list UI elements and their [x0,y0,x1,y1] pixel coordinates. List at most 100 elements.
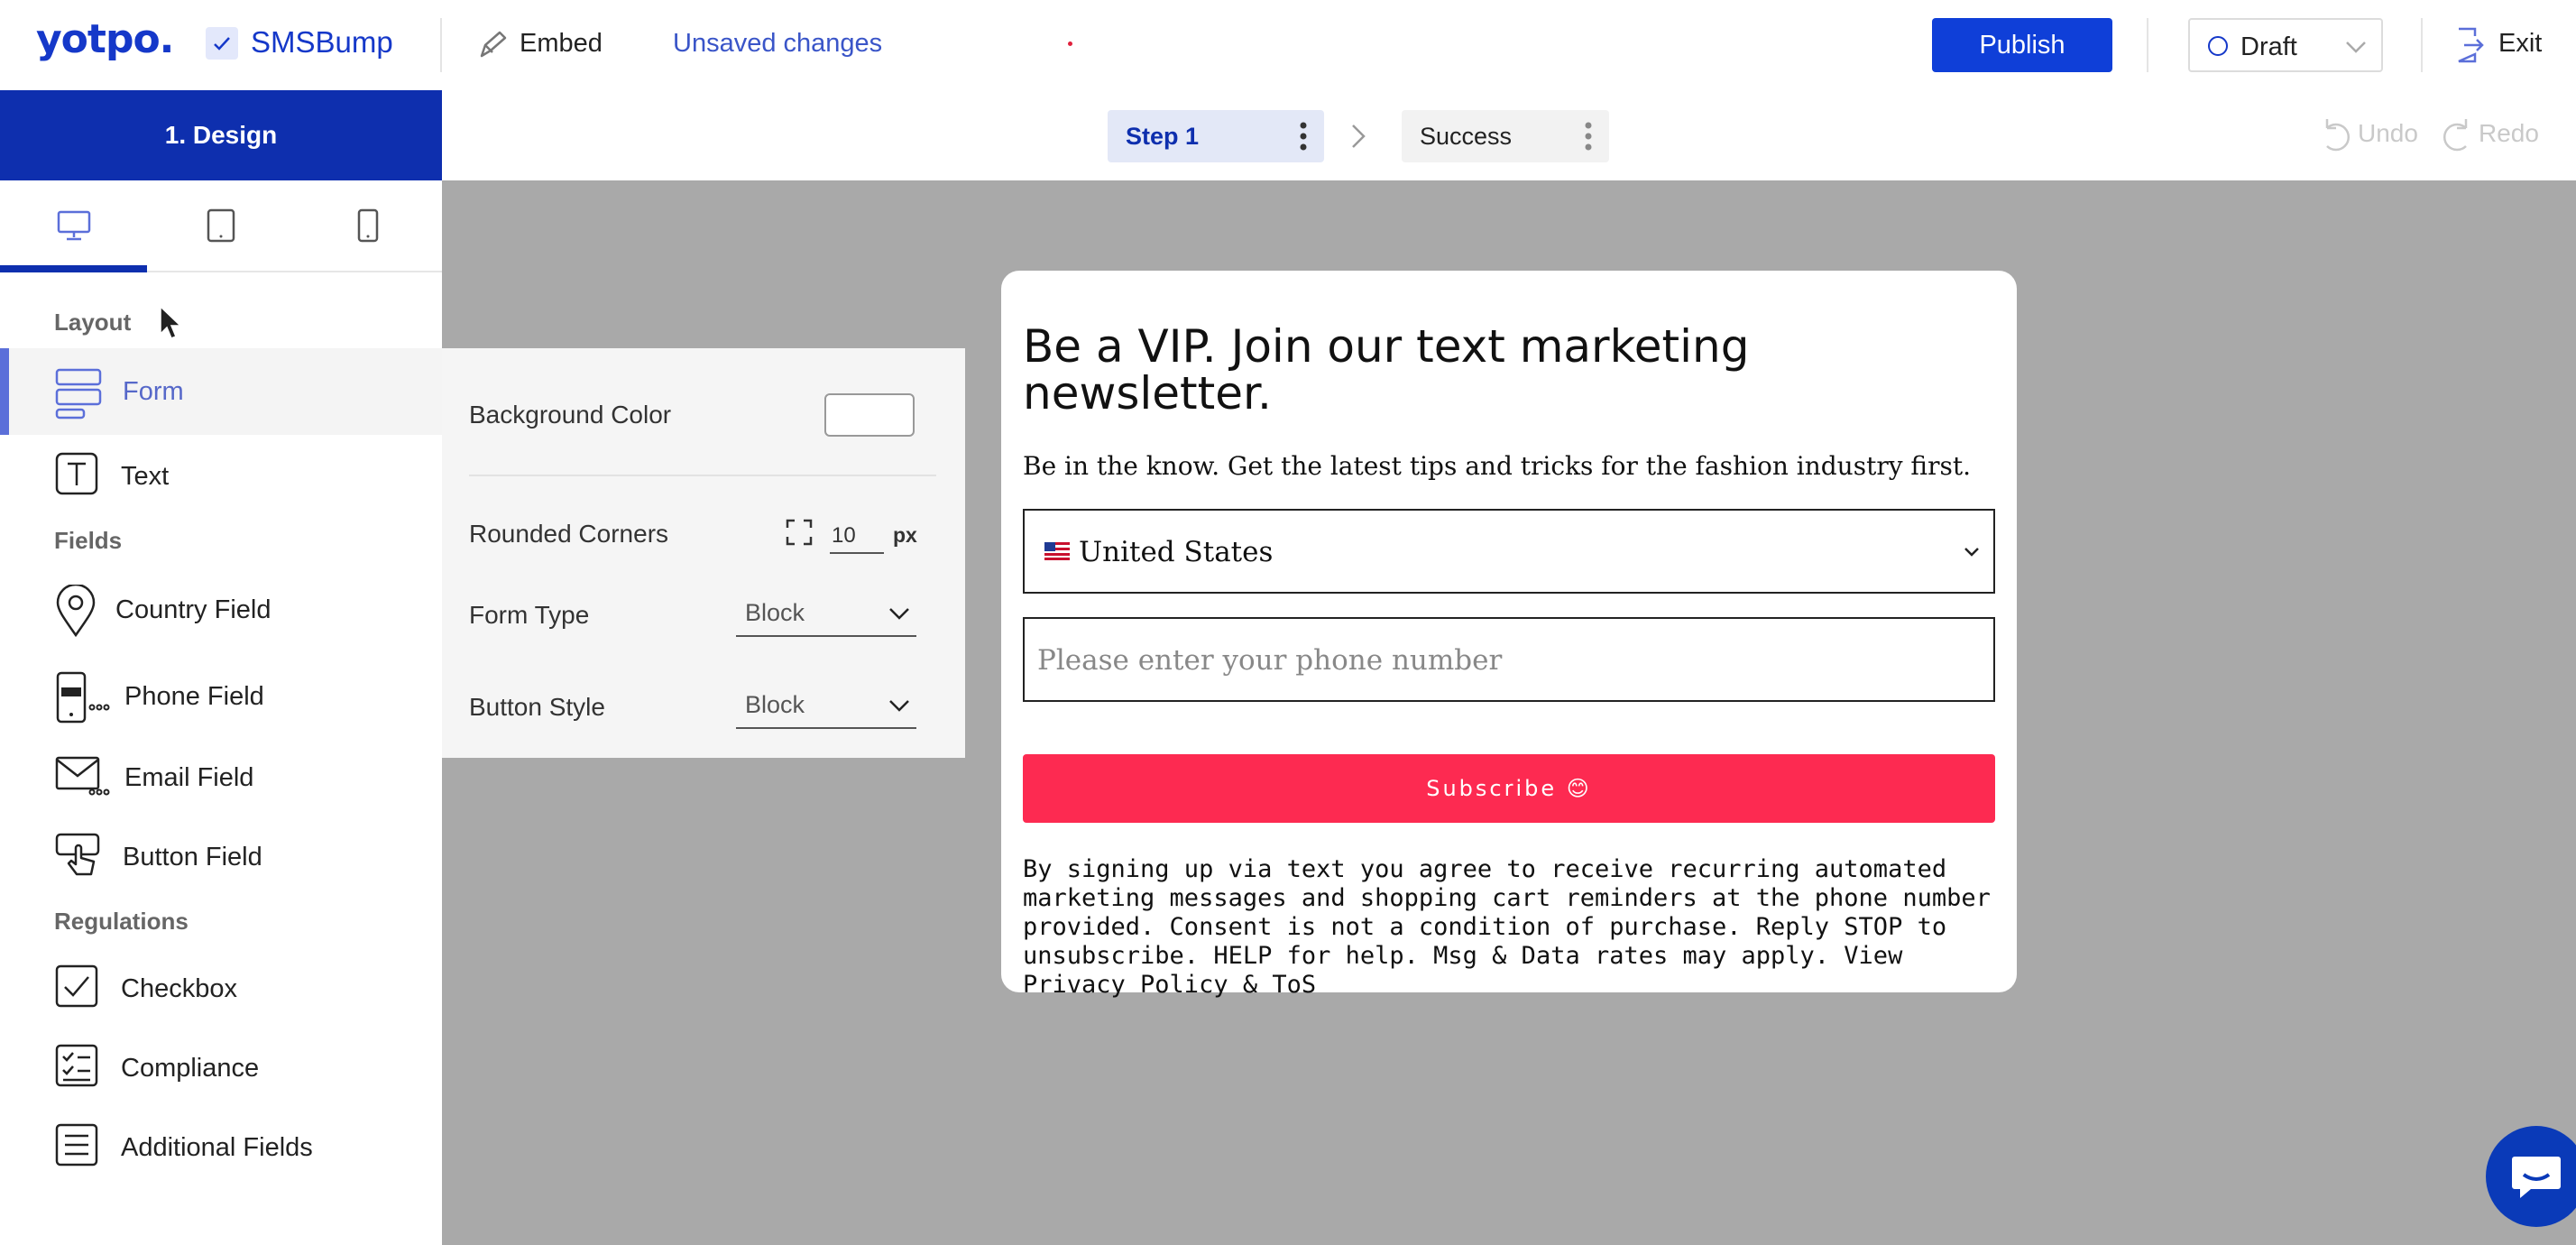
mouse-cursor-icon [159,305,182,346]
sidebar-item-label: Compliance [121,1054,260,1083]
more-vertical-icon[interactable] [1299,121,1308,156]
text-icon [54,451,101,503]
country-select[interactable]: United States [1023,509,1995,594]
chevron-down-icon [889,700,909,712]
sidebar-item-label: Checkbox [121,974,237,1003]
sidebar-item-label: Button Field [123,843,262,872]
country-value: United States [1079,536,1274,568]
background-color-picker[interactable] [824,393,915,437]
sidebar-item-label: Country Field [115,595,271,624]
chevron-down-icon [889,608,909,620]
rounded-corners-input[interactable]: 10 [830,520,884,554]
tablet-view-button[interactable] [147,180,294,271]
button-click-icon [54,832,105,887]
sidebar-item-phone-field[interactable]: Phone Field [0,653,442,740]
sidebar-item-additional-fields[interactable]: Additional Fields [0,1104,442,1191]
success-step-tab[interactable]: Success [1402,110,1609,162]
step-1-tab[interactable]: Step 1 [1108,110,1324,162]
section-regulations-heading: Regulations [54,908,189,935]
sidebar-item-form[interactable]: Form [0,348,442,435]
sidebar-item-label: Additional Fields [121,1133,313,1162]
sidebar-item-checkbox[interactable]: Checkbox [0,945,442,1032]
legal-disclaimer[interactable]: By signing up via text you agree to rece… [1023,855,2006,1000]
yotpo-logo[interactable]: yotpo. [36,16,174,62]
button-style-label: Button Style [469,693,605,721]
design-tab[interactable]: 1. Design [0,90,442,180]
design-sidebar: 1. Design Layout Form Text Fields Countr… [0,90,442,1245]
embed-button[interactable]: Embed [520,29,603,59]
form-type-label: Form Type [469,601,590,629]
mobile-icon [357,208,379,243]
rounded-corners-label: Rounded Corners [469,520,669,548]
background-color-label: Background Color [469,401,672,429]
phone-field-icon [54,671,110,730]
sidebar-item-label: Form [123,377,184,406]
exit-button[interactable]: Exit [2498,29,2542,59]
button-style-value: Block [745,691,805,718]
sidebar-item-country-field[interactable]: Country Field [0,567,442,653]
smsbump-logo-icon [206,27,238,60]
undo-icon [2325,119,2351,152]
sidebar-item-text[interactable]: Text [0,433,442,520]
sidebar-item-email-field[interactable]: Email Field [0,734,442,821]
sidebar-item-label: Email Field [124,763,254,792]
publish-button[interactable]: Publish [1932,18,2112,72]
sidebar-item-label: Text [121,462,170,491]
divider [469,475,936,476]
chevron-down-icon [1963,545,1981,564]
status-dot [1068,42,1072,46]
location-pin-icon [54,583,97,643]
phone-placeholder: Please enter your phone number [1037,644,1503,677]
chevron-right-icon [1349,123,1367,154]
redo-button[interactable]: Redo [2439,115,2539,158]
smsbump-logo-text[interactable]: SMSBump [251,25,393,60]
pencil-icon[interactable] [476,29,509,66]
chat-icon [2512,1157,2561,1198]
sidebar-item-button-field[interactable]: Button Field [0,814,442,900]
step-bar: Step 1 Success Undo Redo [442,90,2576,180]
email-field-icon [54,752,110,804]
popup-subtitle[interactable]: Be in the know. Get the latest tips and … [1023,451,1971,481]
signup-form-preview[interactable]: Be a VIP. Join our text marketing newsle… [1001,271,2017,999]
phone-number-input[interactable]: Please enter your phone number [1023,617,1995,702]
form-layout-icon [54,366,103,425]
top-bar: yotpo. SMSBump Embed Unsaved changes Pub… [0,0,2576,92]
chat-support-button[interactable] [2486,1126,2576,1227]
success-step-label: Success [1420,123,1513,150]
section-layout-heading: Layout [54,309,132,336]
tablet-icon [207,208,235,243]
sidebar-item-compliance[interactable]: Compliance [0,1025,442,1111]
us-flag-icon [1044,542,1070,560]
list-lines-icon [54,1122,101,1174]
form-type-select[interactable]: Block [736,592,916,637]
step-1-label: Step 1 [1126,123,1200,150]
divider [440,18,442,72]
compliance-checklist-icon [54,1043,101,1094]
subscribe-button[interactable]: Subscribe 😊 [1023,754,1995,823]
corner-radius-icon [785,518,814,551]
mobile-view-button[interactable] [294,180,441,271]
redo-label: Redo [2479,119,2539,147]
more-vertical-icon[interactable] [1584,121,1593,156]
undo-label: Undo [2358,119,2418,147]
section-fields-heading: Fields [54,527,123,554]
divider [2147,18,2148,72]
form-type-value: Block [745,599,805,626]
button-style-select[interactable]: Block [736,684,916,729]
popup-title[interactable]: Be a VIP. Join our text marketing newsle… [1023,323,1925,417]
unsaved-changes-status: Unsaved changes [673,29,883,58]
px-unit-label: px [893,523,917,547]
undo-button[interactable]: Undo [2318,115,2418,158]
exit-icon[interactable] [2455,25,2488,69]
sidebar-item-label: Phone Field [124,682,264,711]
checkbox-icon [54,964,101,1015]
chevron-down-icon [2343,36,2369,62]
draft-status-select[interactable]: Draft [2188,18,2383,72]
divider [2421,18,2423,72]
desktop-view-button[interactable] [0,180,147,272]
form-properties-panel: Background Color Rounded Corners 10 px F… [442,348,965,758]
redo-icon [2443,119,2468,152]
draft-label: Draft [2240,32,2297,61]
draft-circle-icon [2208,36,2228,56]
device-switcher [0,180,442,272]
